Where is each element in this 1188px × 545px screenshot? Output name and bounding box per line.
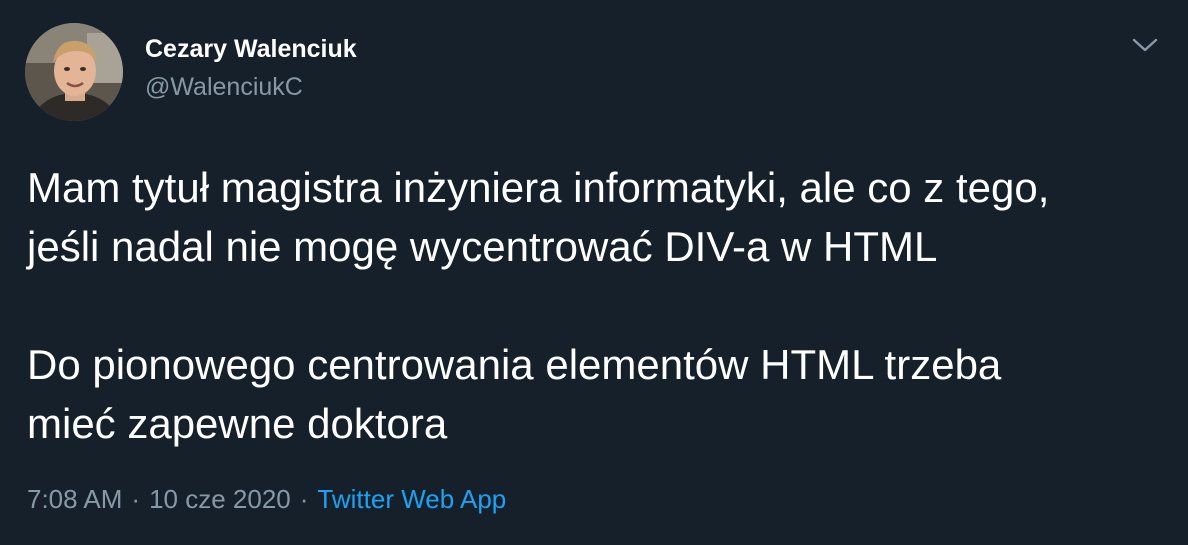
author-display-name[interactable]: Cezary Walenciuk [145, 32, 357, 66]
tweet-line: mieć zapewne doktora [27, 400, 448, 447]
meta-separator: · [131, 484, 141, 514]
user-avatar-icon [25, 23, 123, 121]
tweet-time[interactable]: 7:08 AM [27, 484, 122, 514]
tweet-line: Mam tytuł magistra inżyniera informatyki… [27, 164, 1050, 211]
tweet-card: Cezary Walenciuk @WalenciukC Mam tytuł m… [0, 0, 1188, 545]
tweet-menu-button[interactable] [1130, 30, 1160, 60]
tweet-line: Do pionowego centrowania elementów HTML … [27, 341, 1002, 388]
avatar[interactable] [25, 23, 123, 121]
author-handle[interactable]: @WalenciukC [145, 70, 357, 104]
tweet-meta: 7:08 AM · 10 cze 2020 · Twitter Web App [27, 482, 506, 516]
tweet-line: jeśli nadal nie mogę wycentrować DIV-a w… [27, 223, 938, 270]
meta-separator: · [299, 484, 309, 514]
tweet-source-link[interactable]: Twitter Web App [317, 484, 506, 514]
tweet-text: Mam tytuł magistra inżyniera informatyki… [27, 158, 1167, 453]
tweet-date[interactable]: 10 cze 2020 [149, 484, 291, 514]
author-block: Cezary Walenciuk @WalenciukC [145, 32, 357, 104]
chevron-down-icon [1132, 38, 1158, 52]
